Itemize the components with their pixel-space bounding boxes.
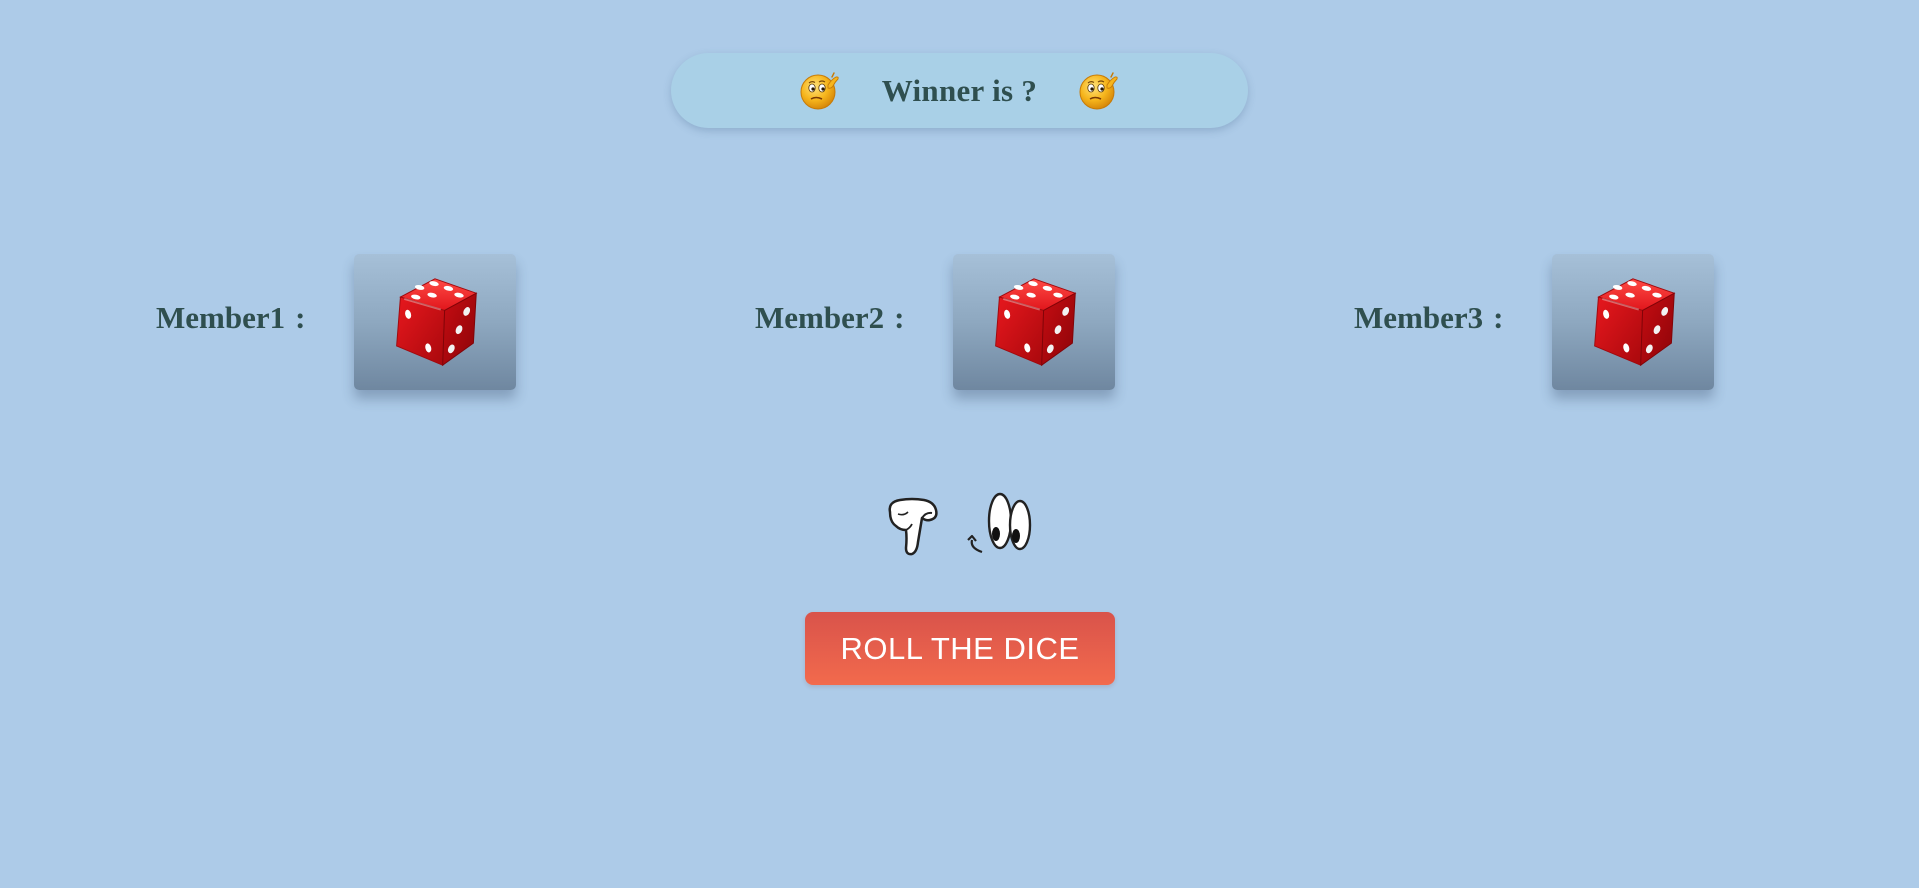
dice-box [354,254,516,390]
member-name: Member2 [755,300,885,335]
pointing-hand-icon [888,497,938,556]
member-label: Member1: [156,300,305,336]
member-card-2: Member2: [755,254,1115,390]
member-separator: : [894,300,905,335]
red-dice-icon [387,274,483,370]
thinking-face-icon [1077,69,1121,113]
red-dice-icon [1585,274,1681,370]
dice-box [953,254,1115,390]
member-label: Member2: [755,300,904,336]
red-dice-icon [986,274,1082,370]
winner-text: Winner is ? [881,72,1038,108]
cartoon-eyes-icon [967,492,1032,554]
member-separator: : [295,300,306,335]
member-card-1: Member1: [156,254,516,390]
hint-doodle [888,492,1032,556]
member-name: Member3 [1354,300,1484,335]
winner-banner: Winner is ? [671,53,1248,128]
dice-box [1552,254,1714,390]
roll-dice-button[interactable]: ROLL THE DICE [805,612,1115,685]
thinking-face-icon [798,69,842,113]
member-card-3: Member3: [1354,254,1714,390]
member-name: Member1 [156,300,286,335]
member-label: Member3: [1354,300,1503,336]
member-separator: : [1493,300,1504,335]
